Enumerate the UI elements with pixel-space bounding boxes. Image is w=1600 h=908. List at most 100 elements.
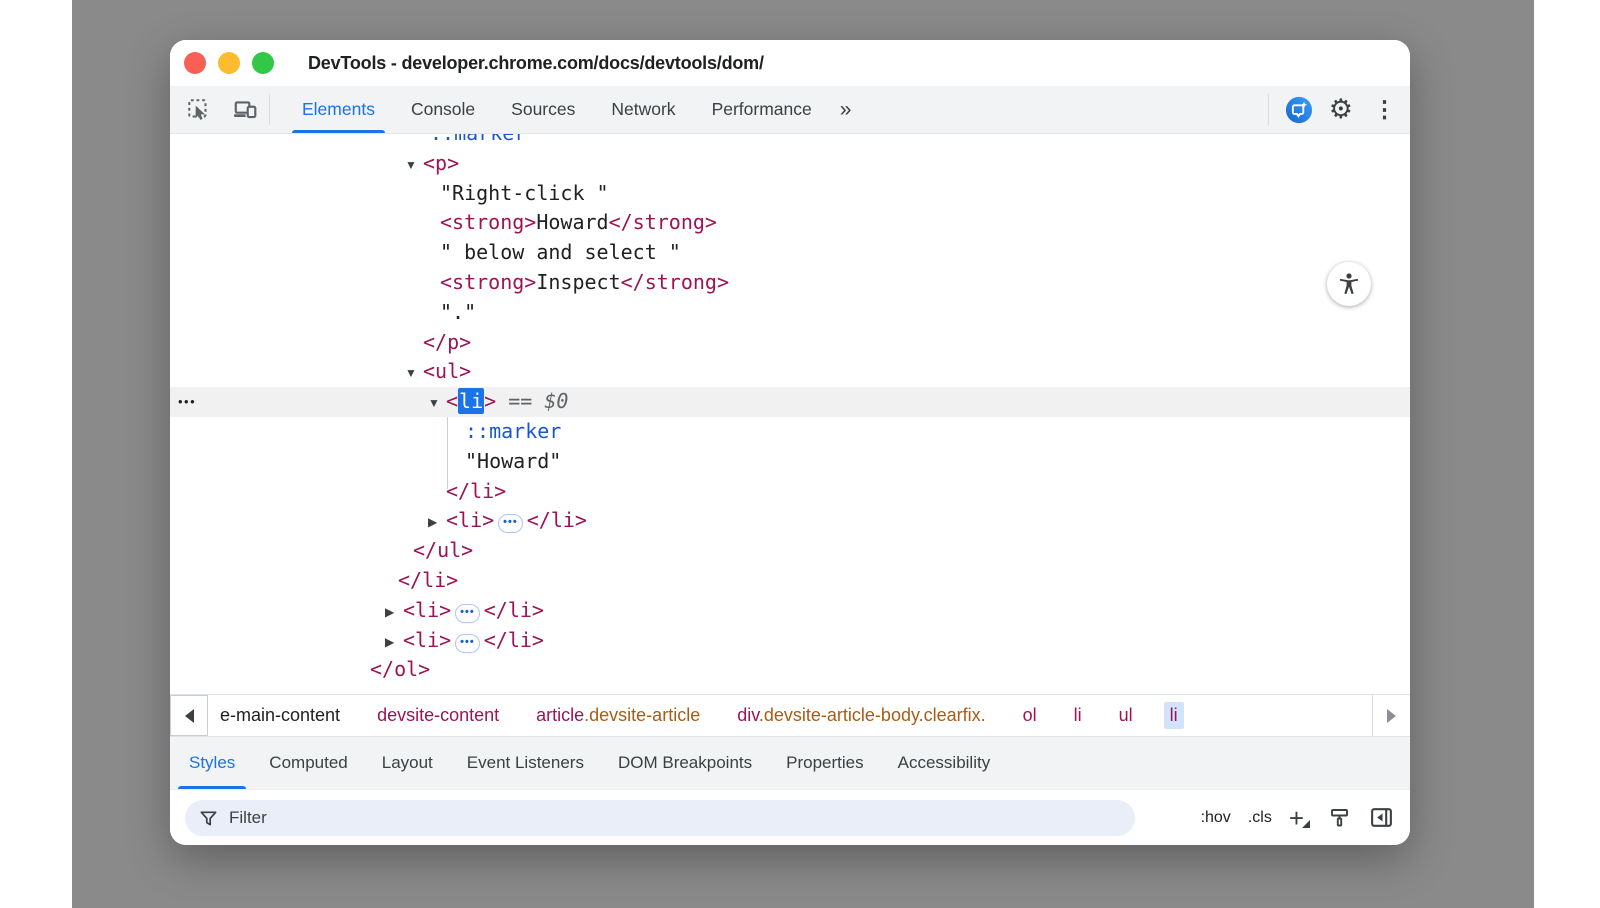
dock-side-icon[interactable] [1369,805,1394,830]
breadcrumb-item[interactable]: e-main-content [214,702,346,729]
breadcrumb-bar: e-main-content devsite-content article.dev… [170,694,1410,736]
dom-tree-row[interactable]: ▼<ul> [170,357,1410,387]
sidebar-panel-tabs: StylesComputedLayoutEvent ListenersDOM B… [170,736,1410,789]
chevron-right-icon [1387,709,1396,723]
dom-tree-row[interactable]: "Howard" [170,447,1410,477]
expand-arrow-icon[interactable]: ▶ [385,628,403,658]
more-tabs-button[interactable]: » [830,86,860,133]
filter-input[interactable] [229,808,1135,828]
breadcrumb-item[interactable]: ul [1113,702,1139,729]
expand-arrow-icon[interactable]: ▶ [428,508,446,538]
dom-tree-row[interactable]: "Right-click " [170,179,1410,209]
expand-children-ellipsis-button[interactable]: ••• [455,604,480,623]
tab-sources[interactable]: Sources [493,86,593,133]
toolbar-tabs: ElementsConsoleSourcesNetworkPerformance [284,86,830,133]
dom-tree-row[interactable]: ▼<p> [170,149,1410,179]
devtools-toolbar: ElementsConsoleSourcesNetworkPerformance… [170,86,1410,134]
breadcrumb-item[interactable]: div.devsite-article-body.clearfix. [731,702,991,729]
new-style-rule-button[interactable]: + [1289,805,1311,831]
tab-console[interactable]: Console [393,86,493,133]
tab-performance[interactable]: Performance [694,86,830,133]
tab-styles[interactable]: Styles [172,737,252,789]
filter-funnel-icon [199,809,218,828]
text-token: Howard [536,210,608,234]
tab-dom-breakpoints[interactable]: DOM Breakpoints [601,737,769,789]
dom-tree-row[interactable]: ▶<li>•••</li> [170,506,1410,536]
tab-accessibility[interactable]: Accessibility [881,737,1008,789]
dom-tree-row[interactable]: ▶<li>•••</li> [170,596,1410,626]
tag-token: </strong> [609,210,717,234]
breadcrumb-part: ul [1119,705,1133,725]
breadcrumb-scroll-right-button[interactable] [1372,695,1410,736]
breadcrumb-scroll-left-button[interactable] [170,695,208,736]
collapse-arrow-icon[interactable]: ▼ [405,359,423,389]
styles-filter-bar: :hov .cls + [170,789,1410,845]
dom-tree-row[interactable]: <strong>Inspect</strong> [170,268,1410,298]
selected-tag-name: li [458,388,484,414]
more-options-icon[interactable]: ⋮ [1369,98,1400,121]
rendering-emulations-icon[interactable] [1328,806,1352,830]
breadcrumb-part: li [1074,705,1082,725]
tab-elements[interactable]: Elements [284,86,393,133]
dom-tree-row[interactable]: ::marker [170,134,1410,149]
dom-tree-row[interactable]: •••▼<li> == $0 [170,387,1410,417]
expand-arrow-icon[interactable]: ▶ [385,598,403,628]
tag-token: <p> [423,151,459,175]
dom-tree-row[interactable]: <strong>Howard</strong> [170,208,1410,238]
tag-token: <li> [446,508,494,532]
close-window-button[interactable] [184,52,206,74]
tag-token: <strong> [440,270,536,294]
collapse-arrow-icon[interactable]: ▼ [405,151,423,181]
dom-tree-row[interactable]: ▶<li>•••</li> [170,626,1410,656]
zoom-window-button[interactable] [252,52,274,74]
element-classes-button[interactable]: .cls [1248,809,1272,827]
expand-children-ellipsis-button[interactable]: ••• [498,514,523,533]
breadcrumb-item[interactable]: li [1164,702,1184,729]
tab-layout[interactable]: Layout [365,737,450,789]
tag-token: </li> [484,598,544,622]
expand-children-ellipsis-button[interactable]: ••• [455,634,480,653]
collapse-arrow-icon[interactable]: ▼ [428,389,446,419]
breadcrumb: e-main-content devsite-content article.dev… [208,695,1372,736]
dom-tree-row[interactable]: </p> [170,328,1410,358]
breadcrumb-item[interactable]: ol [1017,702,1043,729]
devtools-window: DevTools - developer.chrome.com/docs/dev… [170,40,1410,845]
title-bar: DevTools - developer.chrome.com/docs/dev… [170,40,1410,86]
dom-tree-row[interactable]: </li> [170,566,1410,596]
text-token: "Howard" [465,449,561,473]
row-overflow-menu-icon[interactable]: ••• [178,387,196,417]
pseudo-element-token: ::marker [465,419,561,443]
tab-event-listeners[interactable]: Event Listeners [450,737,601,789]
breadcrumb-part: .devsite-article [584,705,700,725]
minimize-window-button[interactable] [218,52,240,74]
dom-tree-row[interactable]: " below and select " [170,238,1410,268]
dom-tree-row[interactable]: "." [170,298,1410,328]
pseudo-element-token: ::marker [430,134,526,145]
breadcrumb-part: .devsite-article-body.clearfix. [759,705,986,725]
ai-assistance-icon[interactable] [1285,96,1313,124]
tag-token: </li> [398,568,458,592]
tag-token: <strong> [440,210,536,234]
settings-gear-icon[interactable]: ⚙ [1329,96,1353,123]
tag-token: </p> [423,330,471,354]
toggle-element-state-button[interactable]: :hov [1201,809,1231,827]
breadcrumb-item[interactable]: article.devsite-article [530,702,706,729]
tag-token: <li> [403,598,451,622]
dom-tree-panel: ::marker▼<p>"Right-click "<strong>Howard… [170,134,1410,694]
dom-tree-row[interactable]: </ol> [170,655,1410,685]
breadcrumb-part: div [737,705,759,725]
toolbar-right-divider [1268,94,1269,126]
text-token: " below and select " [440,240,681,264]
dom-tree-row[interactable]: </li> [170,477,1410,507]
tab-computed[interactable]: Computed [252,737,364,789]
breadcrumb-item[interactable]: li [1068,702,1088,729]
tab-network[interactable]: Network [593,86,693,133]
tag-token: </ul> [413,538,473,562]
dom-tree-row[interactable]: ::marker [170,417,1410,447]
toggle-device-toolbar-icon[interactable] [231,96,259,124]
toolbar-divider [269,94,270,125]
inspect-element-icon[interactable] [185,96,213,124]
tab-properties[interactable]: Properties [769,737,880,789]
dom-tree-row[interactable]: </ul> [170,536,1410,566]
breadcrumb-item[interactable]: devsite-content [371,702,505,729]
